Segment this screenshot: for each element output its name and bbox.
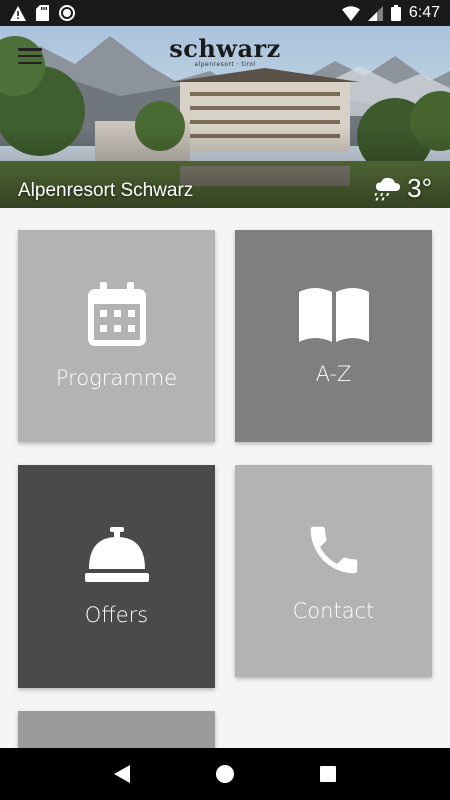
status-time: 6:47 [408, 4, 440, 21]
service-bell-icon [84, 526, 149, 582]
back-icon [113, 765, 130, 783]
home-icon [215, 765, 234, 783]
wifi-icon [341, 5, 360, 21]
tile-offers-label: Offers [84, 602, 149, 627]
status-bar: 6:47 [0, 0, 450, 26]
back-button[interactable] [102, 754, 142, 794]
cloud-rain-icon [375, 177, 401, 200]
recents-button[interactable] [308, 754, 348, 794]
tile-contact-label: Contact [292, 599, 375, 623]
home-button[interactable] [205, 754, 245, 794]
sd-card-icon [36, 5, 49, 21]
brand-logo: schwarz alpenresort · tirol [0, 34, 450, 68]
tile-programme-label: Programme [55, 366, 178, 390]
weather-widget[interactable]: 3° [375, 173, 432, 204]
tile-a-z[interactable]: A-Z [235, 230, 432, 442]
battery-icon [390, 5, 401, 21]
navigation-bar [0, 748, 450, 800]
tile-a-z-label: A-Z [315, 362, 352, 386]
book-icon [298, 288, 369, 342]
signal-icon [367, 5, 383, 21]
brand-wordmark: schwarz [169, 34, 281, 63]
calendar-icon [87, 282, 146, 346]
recents-icon [320, 766, 337, 782]
circle-icon [59, 5, 75, 21]
tile-programme[interactable]: Programme [18, 230, 215, 442]
tile-contact[interactable]: Contact [235, 465, 432, 677]
tile-offers[interactable]: Offers [18, 465, 215, 688]
header-hero: schwarz alpenresort · tirol Alpenresort … [0, 26, 450, 208]
phone-icon [310, 526, 357, 574]
warning-icon [10, 5, 26, 21]
weather-temp: 3° [407, 173, 432, 203]
brand-tagline: alpenresort · tirol [194, 61, 256, 68]
hotel-name: Alpenresort Schwarz [18, 180, 194, 201]
